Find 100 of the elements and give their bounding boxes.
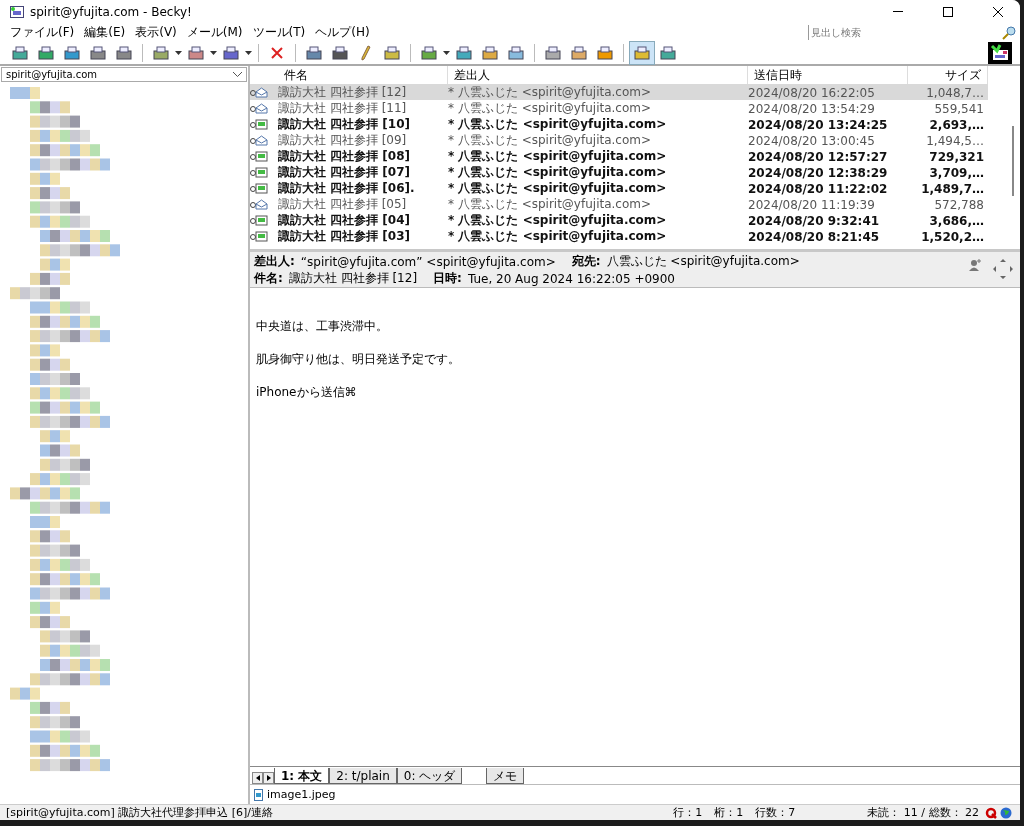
date-cell-text: 2024/08/20 11:19:39 [748, 197, 876, 212]
view-tab[interactable]: 1: 本文 [274, 768, 330, 784]
message-row[interactable]: 諏訪大社 四社参拝 [12] * 八雲ふじた <spirit@yfujita.com> 2024/08/20 16:22:05 1,048,7… [250, 84, 988, 100]
scrollbar-thumb[interactable] [1012, 126, 1014, 196]
date-cell-text: 2024/08/20 13:00:45 [748, 133, 876, 148]
toolbar-icon [383, 44, 401, 61]
menu-item[interactable]: 表示(V) [131, 24, 183, 41]
navigation-arrows-icon[interactable] [992, 258, 1014, 280]
sender-cell-text: * 八雲ふじた <spirit@yfujita.com> [448, 164, 668, 181]
sender-cell-text: * 八雲ふじた <spirit@yfujita.com> [448, 180, 668, 197]
sender-cell-text: * 八雲ふじた <spirit@yfujita.com> [448, 132, 652, 149]
toolbar-icon [507, 44, 525, 61]
toolbar-icon [37, 44, 55, 61]
status-line-count: 行数：7 [754, 805, 797, 820]
date-cell-text: 2024/08/20 13:54:29 [748, 101, 876, 116]
from-value: “spirit@yfujita.com” <spirit@yfujita.com> [300, 254, 556, 269]
subject-cell-text: 諏訪大社 四社参拝 [05] [278, 196, 408, 213]
view-tab[interactable]: 2: t/plain [329, 768, 397, 784]
toolbar-icon [455, 44, 473, 61]
message-row[interactable]: 諏訪大社 四社参拝 [04] * 八雲ふじた <spirit@yfujita.com> 2024/08/20 9:32:41 3,686,… [250, 212, 988, 228]
message-row[interactable]: 諏訪大社 四社参拝 [06]. * 八雲ふじた <spirit@yfujita.com> 2024/08/20 11:22:02 1,489,7… [250, 180, 988, 196]
close-icon [993, 7, 1003, 17]
status-counts: 未読： 11 / 総数： 22 [866, 805, 980, 820]
message-row[interactable]: 諏訪大社 四社参拝 [08] * 八雲ふじた <spirit@yfujita.com> 2024/08/20 12:57:27 729,321 [250, 148, 988, 164]
window-title: spirit@yfujita.com - Becky! [30, 5, 193, 19]
sender-cell-text: * 八雲ふじた <spirit@yfujita.com> [448, 212, 668, 229]
scroll-left-button[interactable] [252, 772, 263, 784]
message-paragraph: 肌身御守り他は、明日発送予定です。 [256, 351, 461, 368]
toolbar-icon [420, 44, 438, 61]
menu-item[interactable]: メール(M) [182, 24, 249, 41]
sender-cell-text: * 八雲ふじた <spirit@yfujita.com> [448, 228, 668, 245]
message-row[interactable]: 諏訪大社 四社参拝 [10] * 八雲ふじた <spirit@yfujita.com> 2024/08/20 13:24:25 2,693,… [250, 116, 988, 132]
sender-cell-text: * 八雲ふじた <spirit@yfujita.com> [448, 148, 668, 165]
size-cell-text: 1,048,7… [925, 85, 985, 100]
subject-label: 件名: [254, 270, 283, 287]
chevron-down-icon [233, 72, 242, 77]
menu-item[interactable]: 編集(E) [80, 24, 132, 41]
folder-selector[interactable]: spirit@yfujita.com [1, 67, 247, 82]
sender-cell-text: * 八雲ふじた <spirit@yfujita.com> [448, 100, 652, 117]
globe-icon [1000, 806, 1012, 819]
date-cell-text: 2024/08/20 12:57:27 [748, 149, 889, 164]
toolbar-icon [11, 44, 29, 61]
q-logo-icon [985, 806, 997, 819]
sender-cell-text: * 八雲ふじた <spirit@yfujita.com> [448, 116, 668, 133]
to-label: 宛先: [571, 253, 601, 270]
status-folder: [spirit@yfujita.com] 諏訪大社代理参拝申込 [6]/連絡 [5, 805, 275, 820]
subject-cell-text: 諏訪大社 四社参拝 [07] [278, 164, 412, 181]
date-cell-text: 2024/08/20 11:22:02 [748, 181, 889, 196]
menu-item[interactable]: ツール(T) [248, 24, 312, 41]
date-cell-text: 2024/08/20 9:32:41 [748, 213, 881, 228]
add-contact-icon[interactable] [968, 258, 982, 272]
toolbar-icon [633, 44, 651, 61]
view-tab[interactable]: 0: ヘッダ [396, 768, 463, 784]
date-value: Tue, 20 Aug 2024 16:22:05 +0900 [467, 271, 675, 286]
message-row[interactable]: 諏訪大社 四社参拝 [09] * 八雲ふじた <spirit@yfujita.com> 2024/08/20 13:00:45 1,494,5… [250, 132, 988, 148]
caret-icon [443, 50, 450, 55]
size-cell-text: 2,693,… [928, 117, 985, 132]
message-row[interactable]: 諏訪大社 四社参拝 [07] * 八雲ふじた <spirit@yfujita.com> 2024/08/20 12:38:29 3,709,… [250, 164, 988, 180]
view-tab[interactable]: メモ [486, 768, 525, 784]
toolbar-icon [222, 44, 240, 61]
toolbar-icon [596, 44, 614, 61]
subject-cell-text: 諏訪大社 四社参拝 [03] [278, 228, 412, 245]
search-icon[interactable] [1002, 25, 1016, 40]
size-cell-text: 1,494,5… [925, 133, 985, 148]
size-cell-text: 3,709,… [928, 165, 985, 180]
right-arrow-icon [266, 775, 271, 781]
message-row[interactable]: 諏訪大社 四社参拝 [11] * 八雲ふじた <spirit@yfujita.com> 2024/08/20 13:54:29 559,541 [250, 100, 988, 116]
subject-cell-text: 諏訪大社 四社参拝 [09] [278, 132, 408, 149]
toolbar-button[interactable] [630, 41, 654, 64]
subject-cell-text: 諏訪大社 四社参拝 [08] [278, 148, 412, 165]
toolbar-icon [152, 44, 170, 61]
toolbar-icon [544, 44, 562, 61]
left-arrow-icon [255, 775, 260, 781]
subject-cell-text: 諏訪大社 四社参拝 [12] [278, 84, 408, 101]
size-cell-text: 1,520,2… [920, 229, 985, 244]
attachment-name[interactable]: image1.jpeg [267, 788, 336, 801]
subject-value: 諏訪大社 四社参拝 [12] [288, 270, 418, 287]
size-cell-text: 729,321 [928, 149, 985, 164]
app-icon [10, 6, 24, 18]
status-line: 行：1 [672, 805, 704, 820]
from-label: 差出人: [254, 253, 295, 270]
file-icon [254, 788, 263, 801]
size-cell-text: 559,541 [933, 101, 985, 116]
subject-cell-text: 諏訪大社 四社参拝 [11] [278, 100, 408, 117]
toolbar-icon [659, 44, 677, 61]
toolbar-icon [89, 44, 107, 61]
menu-item[interactable]: ファイル(F) [6, 24, 81, 41]
caret-icon [210, 50, 217, 55]
menu-item[interactable]: ヘルプ(H) [311, 24, 376, 41]
sender-cell-text: * 八雲ふじた <spirit@yfujita.com> [448, 196, 652, 213]
message-row[interactable]: 諏訪大社 四社参拝 [03] * 八雲ふじた <spirit@yfujita.com> 2024/08/20 8:21:45 1,520,2… [250, 228, 988, 244]
toolbar-icon [187, 44, 205, 61]
date-cell-text: 2024/08/20 12:38:29 [748, 165, 889, 180]
scroll-right-button[interactable] [263, 772, 274, 784]
mail-check-icon[interactable] [988, 41, 1012, 64]
date-label: 日時: [433, 270, 462, 287]
caret-icon [175, 50, 182, 55]
subject-cell-text: 諏訪大社 四社参拝 [06]. [278, 180, 416, 197]
message-row[interactable]: 諏訪大社 四社参拝 [05] * 八雲ふじた <spirit@yfujita.com> 2024/08/20 11:19:39 572,788 [250, 196, 988, 212]
delete-icon [270, 45, 284, 60]
